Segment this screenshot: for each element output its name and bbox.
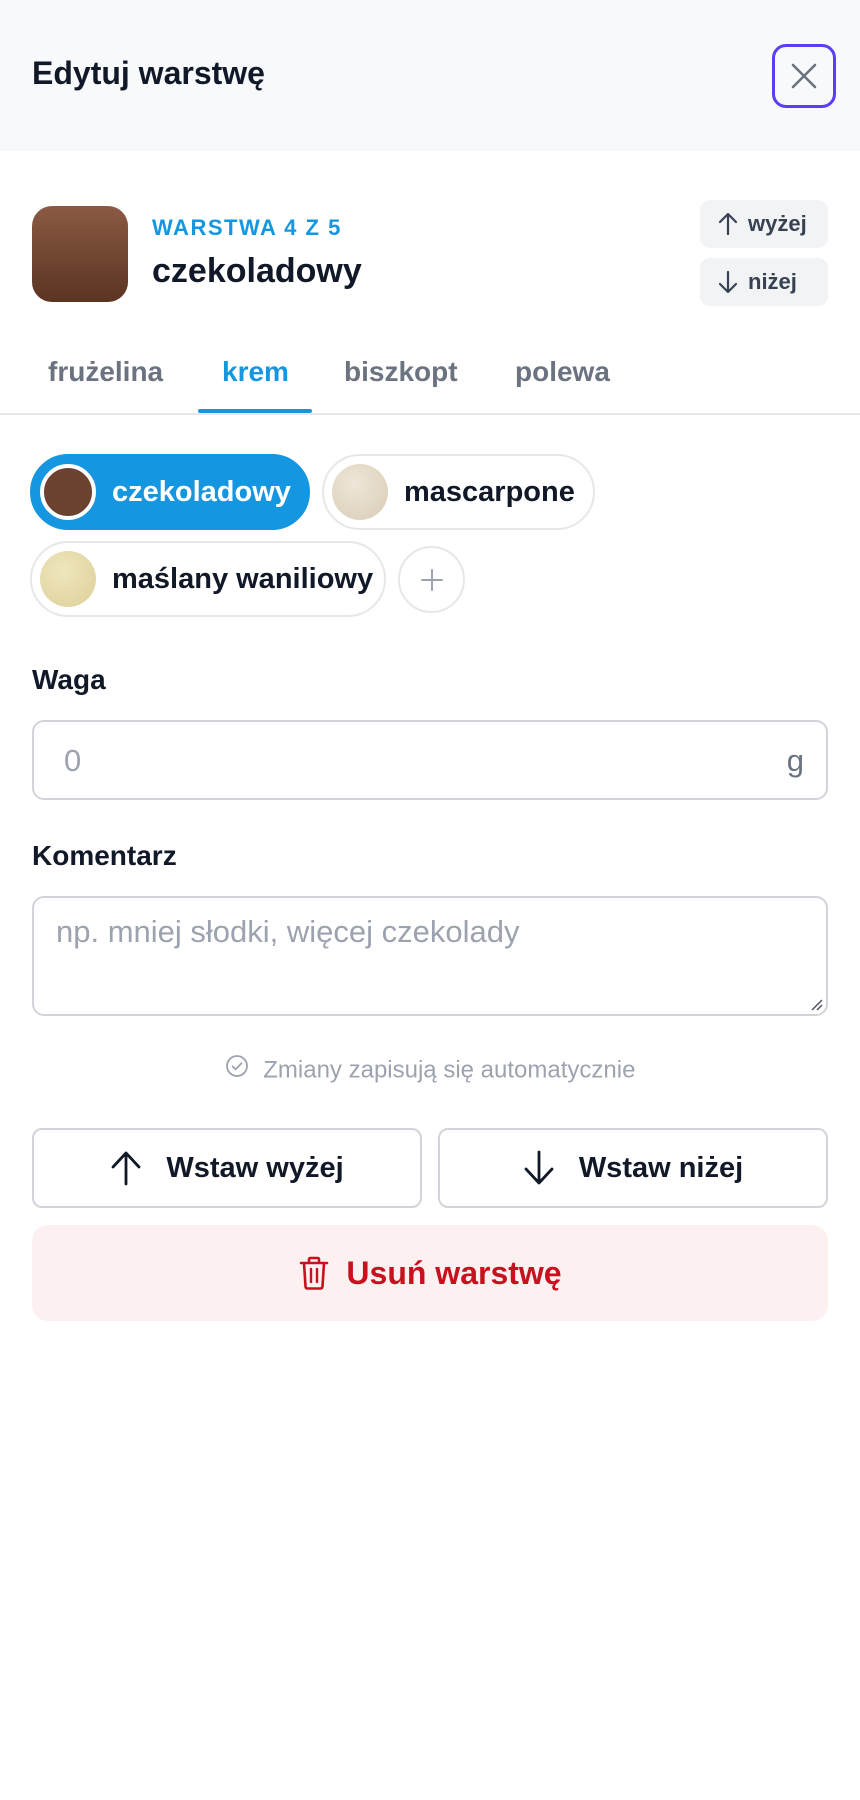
weight-label: Waga [32,664,106,695]
delete-layer-button[interactable]: Usuń warstwę [32,1225,828,1321]
move-up-label: wyżej [748,211,807,236]
delete-layer-label: Usuń warstwę [346,1254,562,1291]
move-up-button[interactable]: wyżej [700,200,828,248]
arrow-down-icon [524,1150,554,1185]
close-button[interactable] [772,44,836,108]
insert-below-button[interactable]: Wstaw niżej [438,1128,828,1208]
layer-color-swatch [32,206,128,302]
move-down-label: niżej [748,269,797,294]
comment-field [32,896,828,1016]
close-icon [791,63,817,89]
layer-type-tabs: frużelina krem biszkopt polewa [0,346,860,415]
active-tab-indicator [198,409,312,413]
weight-field: g [32,720,828,800]
modal-header: Edytuj warstwę [0,0,860,151]
tab-krem[interactable]: krem [222,354,289,390]
autosave-note: Zmiany zapisują się automatycznie [0,1054,860,1087]
trash-icon [300,1256,329,1290]
resize-handle-icon[interactable] [807,995,823,1011]
modal-title: Edytuj warstwę [32,55,265,91]
weight-unit: g [786,743,804,778]
insert-below-label: Wstaw niżej [578,1151,744,1184]
check-circle-icon [225,1054,249,1087]
flavor-chip-czekoladowy[interactable]: czekoladowy [30,454,310,530]
layer-name: czekoladowy [152,252,362,290]
tab-polewa[interactable]: polewa [515,354,610,390]
arrow-up-icon [111,1151,141,1186]
insert-above-label: Wstaw wyżej [166,1151,344,1184]
flavor-chip-label: maślany waniliowy [112,562,374,595]
flavor-chip-label: czekoladowy [112,475,291,508]
arrow-up-icon [718,212,738,236]
flavor-color-dot [40,464,96,520]
tab-biszkopt[interactable]: biszkopt [344,354,458,390]
insert-above-button[interactable]: Wstaw wyżej [32,1128,422,1208]
tab-fruzelina[interactable]: frużelina [48,354,163,390]
layer-position-label: WARSTWA 4 Z 5 [152,215,342,240]
flavor-chip-label: mascarpone [404,475,575,508]
move-down-button[interactable]: niżej [700,258,828,306]
flavor-chip-mascarpone[interactable]: mascarpone [322,454,595,530]
plus-icon [421,569,443,591]
flavor-color-dot [40,551,96,607]
autosave-text: Zmiany zapisują się automatycznie [263,1056,636,1084]
weight-input[interactable] [64,740,744,782]
comment-input[interactable] [56,912,796,1002]
arrow-down-icon [718,270,738,294]
flavor-chip-maslany-waniliowy[interactable]: maślany waniliowy [30,541,386,617]
add-flavor-button[interactable] [398,546,465,613]
flavor-color-dot [332,464,388,520]
comment-label: Komentarz [32,840,177,871]
